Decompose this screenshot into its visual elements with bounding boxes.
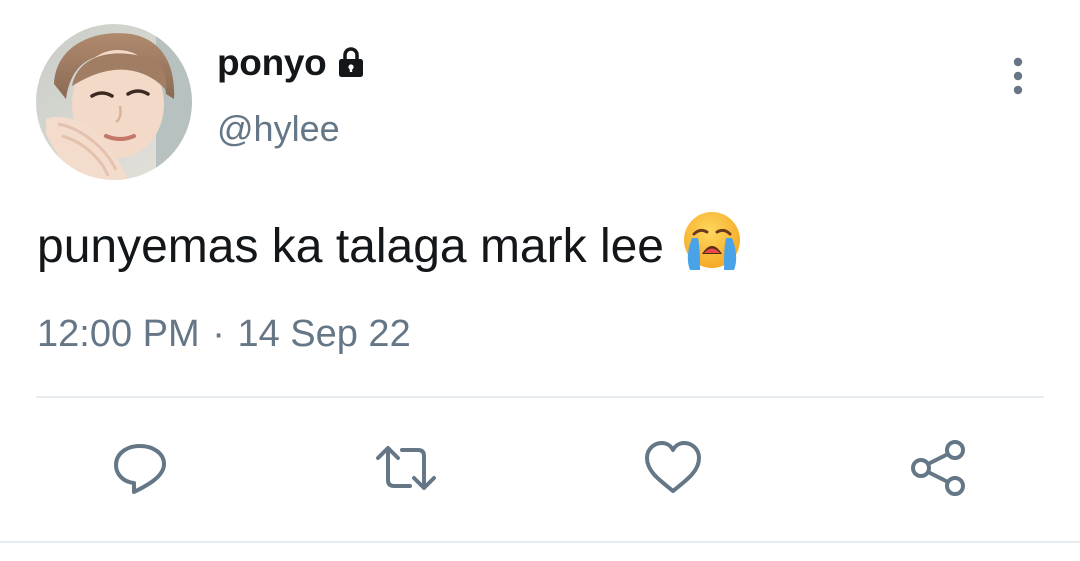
display-name[interactable]: ponyo [217,42,327,84]
reply-icon [114,444,166,494]
avatar[interactable] [36,24,192,180]
tweet-time: 12:00 PM [37,313,200,355]
tweet-card: ponyo @hylee punyemas ka talaga mark lee [0,0,1080,561]
heart-icon [645,441,701,493]
tweet-timestamp[interactable]: 12:00 PM · 14 Sep 22 [37,313,411,356]
profile-photo [36,24,192,180]
separator-dot: · [212,313,225,355]
loudly-crying-face-icon [680,208,744,284]
tweet-text: punyemas ka talaga mark lee [37,219,664,273]
retweet-button[interactable] [374,436,438,500]
tweet-date: 14 Sep 22 [237,313,411,355]
tweet-body: punyemas ka talaga mark lee [37,208,744,284]
share-icon [911,440,965,496]
bottom-divider [0,541,1080,543]
divider [36,396,1044,398]
reply-button[interactable] [108,436,172,500]
more-options-button[interactable] [998,52,1038,100]
lock-icon [335,46,367,83]
more-vertical-icon [1013,57,1023,95]
retweet-icon [376,446,436,490]
user-name-row: ponyo [217,40,367,86]
share-button[interactable] [907,436,971,500]
like-button[interactable] [641,436,705,500]
user-handle[interactable]: @hylee [217,108,340,150]
